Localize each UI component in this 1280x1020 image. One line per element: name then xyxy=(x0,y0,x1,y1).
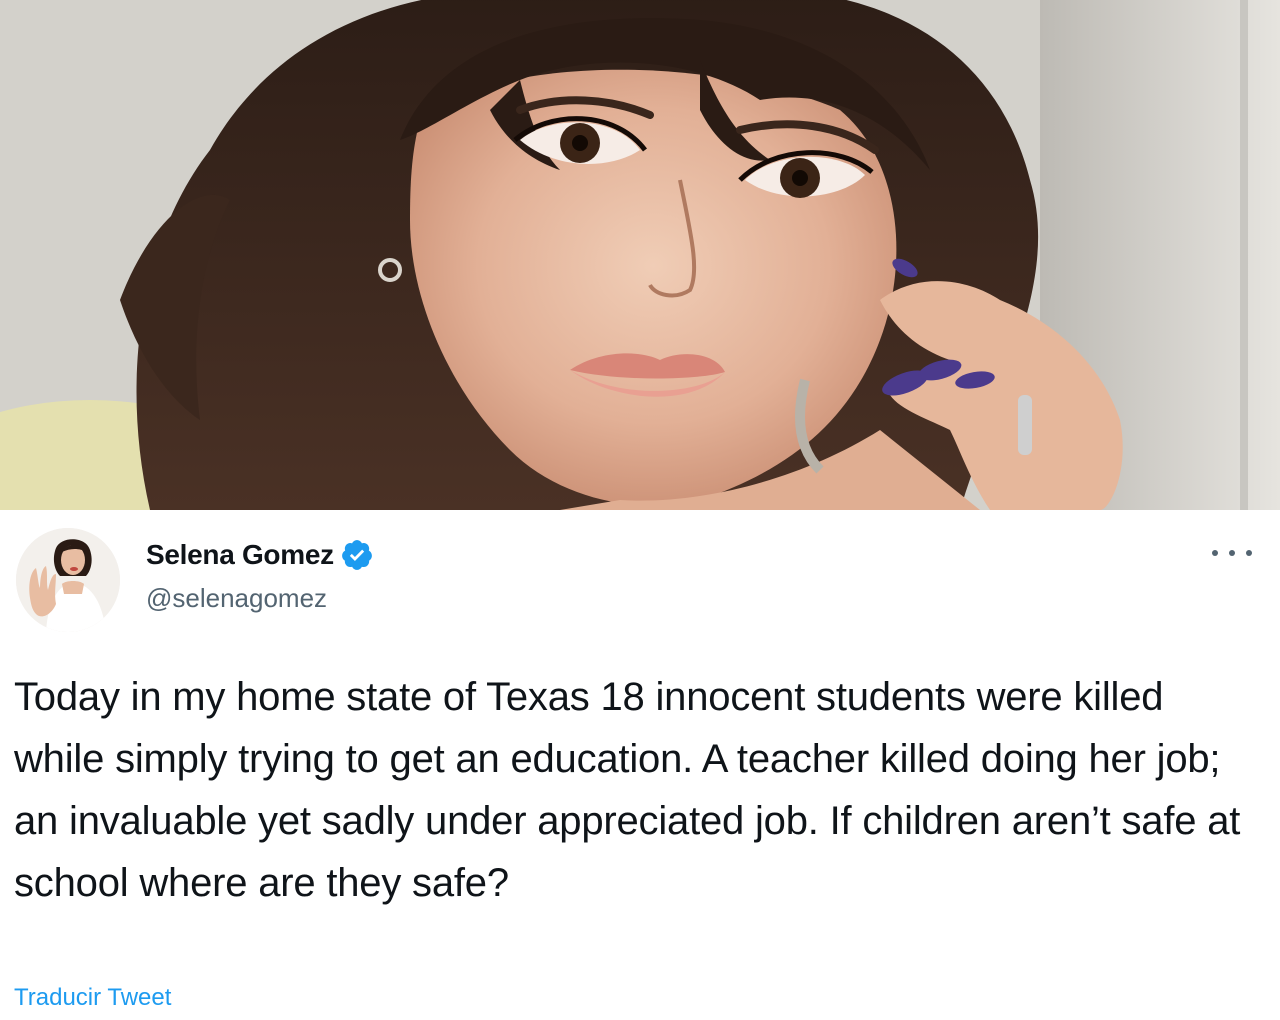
more-dot xyxy=(1246,550,1252,556)
display-name-row[interactable]: Selena Gomez xyxy=(146,537,374,573)
more-options-icon[interactable] xyxy=(1212,538,1252,568)
header-photo xyxy=(0,0,1280,510)
display-name[interactable]: Selena Gomez xyxy=(146,539,334,571)
more-dot xyxy=(1229,550,1235,556)
tweet-text: Today in my home state of Texas 18 innoc… xyxy=(14,675,1241,905)
page: Selena Gomez @selenagomez Today in my ho… xyxy=(0,0,1280,1020)
user-handle[interactable]: @selenagomez xyxy=(146,583,327,614)
translate-tweet-link[interactable]: Traducir Tweet xyxy=(14,984,171,1012)
verified-badge-icon xyxy=(340,538,374,572)
avatar[interactable] xyxy=(16,528,120,632)
more-dot xyxy=(1212,550,1218,556)
